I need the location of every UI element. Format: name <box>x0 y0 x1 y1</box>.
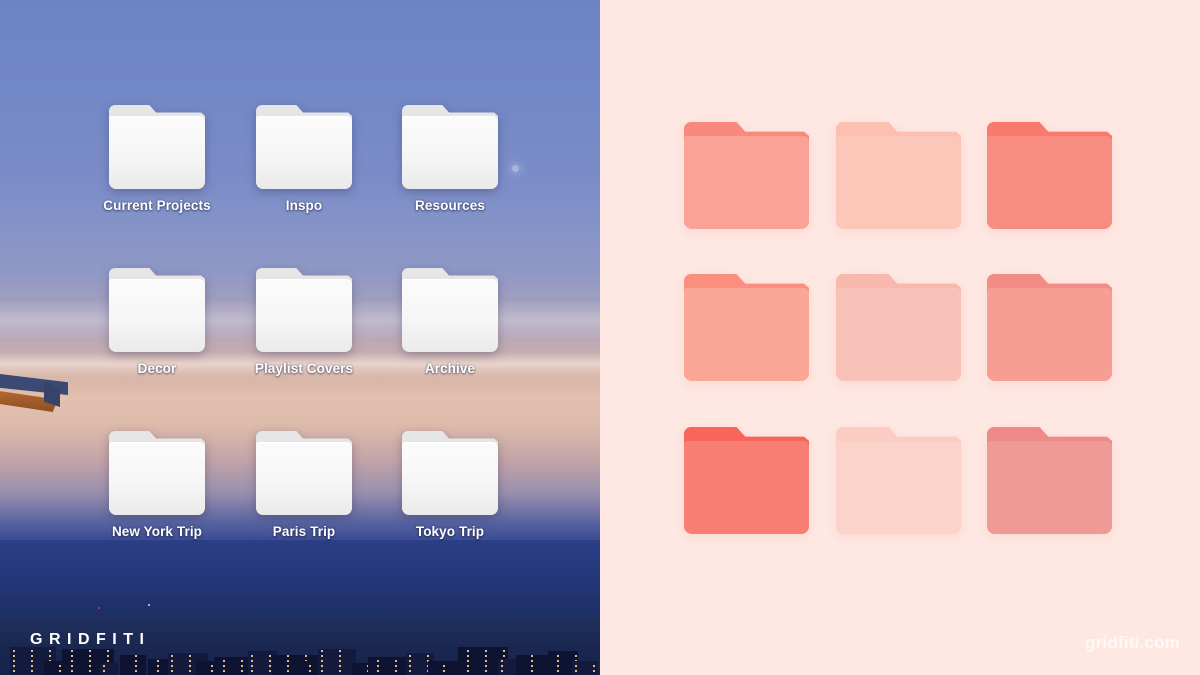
folder-body <box>987 288 1112 381</box>
folder-icon[interactable] <box>836 122 961 229</box>
desktop-folder-label: Inspo <box>285 198 323 213</box>
folder-body <box>402 442 498 515</box>
folder-body <box>987 441 1112 534</box>
folder-icon[interactable] <box>402 268 498 352</box>
folder-body <box>684 288 809 381</box>
folder-icon[interactable] <box>836 274 961 381</box>
desktop-folder-item[interactable]: Archive <box>375 268 525 376</box>
folder-body <box>987 136 1112 229</box>
water-light <box>98 607 100 609</box>
desktop-folder-label: Archive <box>424 361 476 376</box>
pink-folder-item[interactable] <box>987 274 1112 381</box>
desktop-folder-label: Current Projects <box>103 198 211 213</box>
folder-icon[interactable] <box>109 268 205 352</box>
folder-body <box>836 441 961 534</box>
pink-folder-item[interactable] <box>836 274 961 381</box>
folder-icon[interactable] <box>987 427 1112 534</box>
folder-icon[interactable] <box>256 268 352 352</box>
folder-icon[interactable] <box>987 122 1112 229</box>
folder-body <box>836 288 961 381</box>
desktop-folder-item[interactable]: Paris Trip <box>229 431 379 539</box>
comparison-stage: Current Projects Inspo Resources Decor Playl… <box>0 0 1200 675</box>
folder-body <box>109 442 205 515</box>
folder-icon[interactable] <box>684 122 809 229</box>
desktop-folder-label: Playlist Covers <box>254 361 354 376</box>
desktop-folder-label: Paris Trip <box>272 524 336 539</box>
folder-body <box>684 136 809 229</box>
folder-body <box>256 279 352 352</box>
folder-body <box>836 136 961 229</box>
desktop-folder-label: Resources <box>415 198 485 213</box>
pink-folder-item[interactable] <box>836 122 961 229</box>
desktop-folder-grid: Current Projects Inspo Resources Decor Playl… <box>0 0 600 675</box>
pink-folder-item[interactable] <box>684 122 809 229</box>
pink-folder-item[interactable] <box>987 122 1112 229</box>
folder-icon[interactable] <box>684 427 809 534</box>
folder-body <box>684 441 809 534</box>
desktop-folder-item[interactable]: Current Projects <box>82 105 232 213</box>
desktop-folder-label: New York Trip <box>111 524 203 539</box>
folder-body <box>256 116 352 189</box>
water-light <box>148 604 150 606</box>
desktop-folder-item[interactable]: Tokyo Trip <box>375 431 525 539</box>
desktop-folder-item[interactable]: Decor <box>82 268 232 376</box>
pink-folder-item[interactable] <box>987 427 1112 534</box>
pink-icon-set-panel: gridfiti.com <box>600 0 1200 675</box>
folder-icon[interactable] <box>402 105 498 189</box>
desktop-folder-item[interactable]: New York Trip <box>82 431 232 539</box>
mac-desktop-preview-panel: Current Projects Inspo Resources Decor Playl… <box>0 0 600 675</box>
folder-icon[interactable] <box>836 427 961 534</box>
desktop-folder-item[interactable]: Playlist Covers <box>229 268 379 376</box>
desktop-folder-label: Tokyo Trip <box>415 524 485 539</box>
desktop-folder-item[interactable]: Resources <box>375 105 525 213</box>
pink-folder-item[interactable] <box>684 427 809 534</box>
folder-body <box>109 279 205 352</box>
desktop-folder-item[interactable]: Inspo <box>229 105 379 213</box>
folder-icon[interactable] <box>109 431 205 515</box>
pink-folder-item[interactable] <box>836 427 961 534</box>
folder-icon[interactable] <box>109 105 205 189</box>
folder-body <box>402 279 498 352</box>
folder-body <box>109 116 205 189</box>
desktop-folder-label: Decor <box>137 361 177 376</box>
pink-folder-grid <box>600 0 1200 675</box>
folder-icon[interactable] <box>256 105 352 189</box>
folder-body <box>402 116 498 189</box>
folder-icon[interactable] <box>684 274 809 381</box>
folder-icon[interactable] <box>987 274 1112 381</box>
folder-icon[interactable] <box>402 431 498 515</box>
gridfiti-url-watermark: gridfiti.com <box>1085 633 1180 652</box>
pink-folder-item[interactable] <box>684 274 809 381</box>
gridfiti-logo-watermark: GRIDFITI <box>30 631 151 648</box>
folder-body <box>256 442 352 515</box>
folder-icon[interactable] <box>256 431 352 515</box>
